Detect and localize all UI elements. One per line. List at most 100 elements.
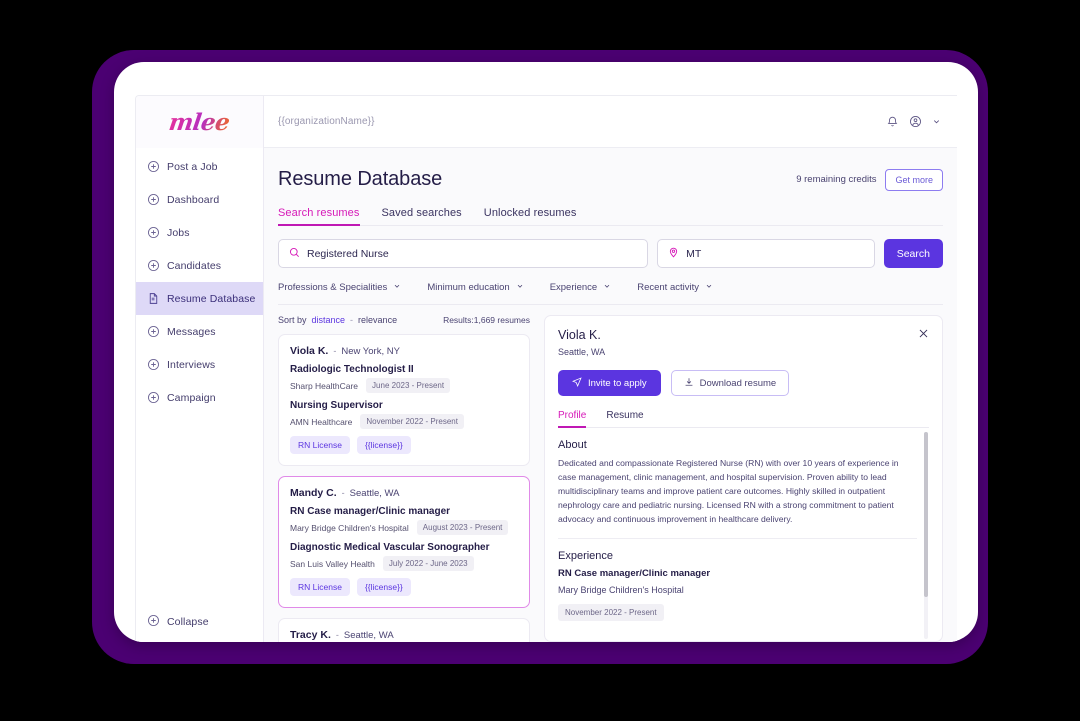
filter-minimum-education[interactable]: Minimum education — [427, 282, 523, 293]
sort-row: Sort by distance - relevance Results:1,6… — [278, 315, 530, 334]
sidebar-collapse-button[interactable]: Collapse — [136, 602, 263, 642]
tab-saved-searches[interactable]: Saved searches — [382, 207, 462, 225]
experience-company: Mary Bridge Children's Hospital — [558, 584, 684, 595]
sidebar-item-messages[interactable]: Messages — [136, 315, 263, 348]
job-meta: San Luis Valley Health July 2022 - June … — [290, 556, 518, 571]
download-resume-button[interactable]: Download resume — [670, 370, 790, 396]
about-text: Dedicated and compassionate Registered N… — [558, 457, 917, 539]
keyword-search-field[interactable] — [278, 239, 649, 268]
card-header: Mandy C. - Seattle, WA — [290, 487, 518, 499]
candidate-tags: RN License {{license}} — [290, 578, 518, 596]
device-inner-frame: mlee Post a Job Dashboard Jobs Candidate… — [114, 62, 978, 642]
sidebar-item-post-a-job[interactable]: Post a Job — [136, 150, 263, 183]
job-company: Mary Bridge Children's Hospital — [290, 522, 409, 533]
chevron-down-icon[interactable] — [932, 117, 941, 126]
location-input[interactable] — [686, 247, 864, 260]
page-header: Resume Database 9 remaining credits Get … — [278, 148, 943, 193]
chevron-down-icon — [705, 282, 713, 293]
user-circle-icon[interactable] — [909, 115, 922, 128]
experience-section: Experience RN Case manager/Clinic manage… — [558, 539, 917, 621]
invite-label: Invite to apply — [588, 377, 647, 389]
scrollbar-thumb[interactable] — [924, 432, 928, 597]
detail-tab-profile[interactable]: Profile — [558, 410, 587, 428]
credits-section: 9 remaining credits Get more — [796, 168, 943, 191]
job-meta: AMN Healthcare November 2022 - Present — [290, 414, 518, 429]
plus-circle-icon — [147, 391, 160, 404]
detail-candidate-name: Viola K. — [558, 328, 601, 342]
sidebar-nav: Post a Job Dashboard Jobs Candidates Res… — [136, 148, 263, 602]
top-bar-actions — [886, 115, 941, 128]
candidate-name: Mandy C. — [290, 487, 337, 499]
job-title: Diagnostic Medical Vascular Sonographer — [290, 542, 490, 553]
experience-job-title: RN Case manager/Clinic manager — [558, 567, 711, 579]
remaining-credits-text: 9 remaining credits — [796, 174, 877, 185]
separator: - — [341, 488, 345, 498]
location-search-field[interactable] — [657, 239, 875, 268]
plus-circle-icon — [147, 614, 160, 630]
plus-circle-icon — [147, 226, 160, 239]
tab-search-resumes[interactable]: Search resumes — [278, 207, 360, 226]
sort-by-distance[interactable]: distance — [312, 315, 346, 325]
card-header: Viola K. - New York, NY — [290, 345, 518, 357]
filters-row: Professions & Specialities Minimum educa… — [278, 282, 943, 305]
sort-separator: - — [350, 315, 354, 325]
separator: - — [335, 630, 339, 640]
filter-recent-activity[interactable]: Recent activity — [637, 282, 713, 293]
job-meta: Sharp HealthCare June 2023 - Present — [290, 378, 518, 393]
job-company: San Luis Valley Health — [290, 558, 375, 569]
job-date: June 2023 - Present — [366, 378, 451, 393]
close-icon[interactable] — [918, 328, 929, 339]
about-section-title: About — [558, 439, 587, 451]
separator: - — [333, 346, 337, 356]
result-card[interactable]: Viola K. - New York, NY Radiologic Techn… — [278, 334, 530, 466]
tag-license-placeholder: {{license}} — [356, 436, 411, 454]
job-company: Sharp HealthCare — [290, 380, 359, 391]
filter-experience[interactable]: Experience — [550, 282, 612, 293]
sidebar-item-jobs[interactable]: Jobs — [136, 216, 263, 249]
sidebar-item-dashboard[interactable]: Dashboard — [136, 183, 263, 216]
results-area: Sort by distance - relevance Results:1,6… — [278, 305, 943, 642]
tag-license: RN License — [290, 578, 350, 596]
page-content: Resume Database 9 remaining credits Get … — [264, 148, 957, 642]
filter-label: Minimum education — [427, 282, 510, 293]
sidebar-item-campaign[interactable]: Campaign — [136, 381, 263, 414]
main-area: {{organizationName}} Resume Database 9 r… — [264, 96, 957, 642]
filter-label: Experience — [549, 282, 598, 293]
plus-circle-icon — [147, 358, 160, 371]
filter-professions-specialities[interactable]: Professions & Specialities — [278, 282, 401, 293]
sort-by-relevance[interactable]: relevance — [358, 315, 397, 325]
download-icon — [684, 377, 694, 390]
sidebar-item-resume-database[interactable]: Resume Database — [136, 282, 263, 315]
bell-icon[interactable] — [886, 115, 899, 128]
application-window: mlee Post a Job Dashboard Jobs Candidate… — [135, 95, 957, 642]
plus-circle-icon — [147, 193, 160, 206]
invite-to-apply-button[interactable]: Invite to apply — [558, 370, 661, 396]
sort-by-label: Sort by — [278, 315, 307, 325]
search-button[interactable]: Search — [883, 239, 943, 268]
job-meta: Mary Bridge Children's Hospital August 2… — [290, 520, 518, 535]
result-card[interactable]: Tracy K. - Seattle, WA — [278, 618, 530, 642]
result-card-selected[interactable]: Mandy C. - Seattle, WA RN Case manager/C… — [278, 476, 530, 608]
tab-unlocked-resumes[interactable]: Unlocked resumes — [484, 207, 577, 225]
sidebar-item-candidates[interactable]: Candidates — [136, 249, 263, 282]
sidebar-item-label: Candidates — [167, 259, 222, 272]
results-count: Results:1,669 resumes — [443, 315, 530, 325]
tag-license-placeholder: {{license}} — [356, 578, 411, 596]
candidate-location: Seattle, WA — [343, 630, 394, 641]
download-label: Download resume — [699, 377, 777, 389]
plus-circle-icon — [147, 259, 160, 272]
filter-label: Recent activity — [637, 282, 699, 293]
sidebar-item-label: Dashboard — [167, 193, 220, 206]
sidebar-item-label: Campaign — [167, 391, 216, 404]
chevron-down-icon — [603, 282, 611, 293]
detail-tab-resume[interactable]: Resume — [606, 410, 643, 427]
chevron-down-icon — [393, 282, 401, 293]
sidebar-item-interviews[interactable]: Interviews — [136, 348, 263, 381]
search-input[interactable] — [307, 247, 638, 260]
tag-license: RN License — [290, 436, 350, 454]
get-more-button[interactable]: Get more — [885, 168, 943, 191]
job-company: AMN Healthcare — [290, 416, 353, 427]
sidebar-item-label: Interviews — [167, 358, 216, 371]
send-icon — [572, 376, 582, 390]
job-date: August 2023 - Present — [416, 520, 509, 535]
